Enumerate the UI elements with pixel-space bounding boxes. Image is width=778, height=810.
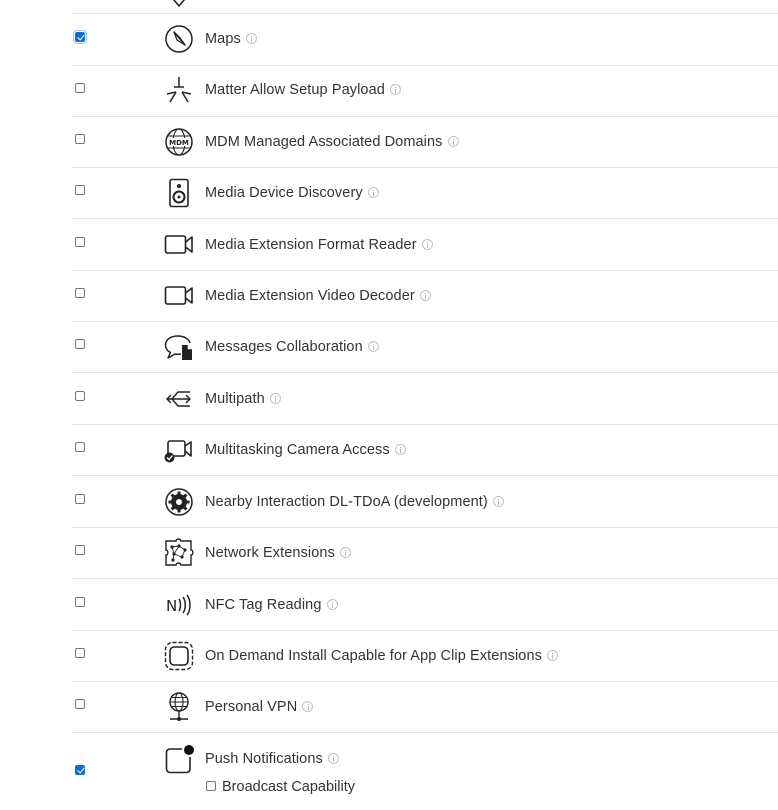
table-row: Network Extensions xyxy=(72,528,778,579)
video-camera-icon xyxy=(164,230,194,260)
table-row: Media Extension Video Decoder xyxy=(72,271,778,322)
table-row: Media Device Discovery xyxy=(72,168,778,219)
capability-label: Personal VPN xyxy=(205,698,314,716)
app-clip-icon xyxy=(164,641,194,671)
table-row: Matter Allow Setup Payload xyxy=(72,66,778,117)
capability-checkbox-personal-vpn[interactable] xyxy=(75,699,85,709)
capability-label: Matter Allow Setup Payload xyxy=(205,81,401,99)
camera-check-icon xyxy=(164,435,194,465)
capability-label: Network Extensions xyxy=(205,544,351,562)
info-icon[interactable] xyxy=(302,701,314,712)
capability-label: Push Notifications xyxy=(205,750,339,768)
info-icon[interactable] xyxy=(546,650,558,661)
info-icon[interactable] xyxy=(326,599,338,610)
message-document-icon xyxy=(164,332,194,362)
table-row: MDM MDM Managed Associated Domains xyxy=(72,117,778,168)
nfc-icon-text: N xyxy=(166,597,177,615)
info-icon[interactable] xyxy=(394,444,406,455)
capability-checkbox-messages-collaboration[interactable] xyxy=(75,339,85,349)
capability-checkbox-mdm[interactable] xyxy=(75,134,85,144)
video-camera-icon xyxy=(164,281,194,311)
capability-checkbox-media-device-discovery[interactable] xyxy=(75,185,85,195)
broadcast-capability-checkbox[interactable] xyxy=(206,781,216,791)
capability-label: Media Device Discovery xyxy=(205,184,379,202)
capability-checkbox-matter[interactable] xyxy=(75,83,85,93)
info-icon[interactable] xyxy=(245,33,257,44)
capabilities-list: Maps Matter Allow Setup Payload MDM MDM … xyxy=(72,0,778,810)
capability-label: Multipath xyxy=(205,390,281,408)
matter-icon xyxy=(164,75,194,105)
table-row: Media Extension Format Reader xyxy=(72,219,778,271)
capability-checkbox-multitasking-camera-access[interactable] xyxy=(75,442,85,452)
speaker-icon xyxy=(164,178,194,208)
capability-checkbox-nfc-tag-reading[interactable] xyxy=(75,597,85,607)
info-icon[interactable] xyxy=(367,187,379,198)
shield-icon xyxy=(164,0,194,12)
capability-label: On Demand Install Capable for App Clip E… xyxy=(205,647,558,665)
info-icon[interactable] xyxy=(389,84,401,95)
sub-option-broadcast-capability[interactable]: Broadcast Capability xyxy=(206,778,355,796)
table-row: Nearby Interaction DL-TDoA (development) xyxy=(72,476,778,528)
table-row: Multitasking Camera Access xyxy=(72,425,778,476)
capability-label: Messages Collaboration xyxy=(205,338,379,356)
network-puzzle-icon xyxy=(164,538,194,568)
push-notification-icon xyxy=(164,745,194,775)
table-row: On Demand Install Capable for App Clip E… xyxy=(72,631,778,682)
capability-checkbox-push-notifications[interactable] xyxy=(75,765,85,775)
table-row: Push Notifications Broadcast Capability xyxy=(72,733,778,810)
mdm-icon-text: MDM xyxy=(169,139,189,147)
mdm-globe-icon: MDM xyxy=(164,127,194,157)
capability-checkbox-network-extensions[interactable] xyxy=(75,545,85,555)
capability-checkbox-media-extension-video-decoder[interactable] xyxy=(75,288,85,298)
table-row: Personal VPN xyxy=(72,682,778,733)
info-icon[interactable] xyxy=(367,341,379,352)
sub-option-label: Broadcast Capability xyxy=(222,779,355,795)
capability-label: Maps xyxy=(205,30,257,48)
info-icon[interactable] xyxy=(269,393,281,404)
vpn-globe-icon xyxy=(164,692,194,722)
table-row: Messages Collaboration xyxy=(72,322,778,373)
nfc-icon: N xyxy=(164,590,194,620)
table-row: Maps xyxy=(72,14,778,66)
capability-label: MDM Managed Associated Domains xyxy=(205,133,459,151)
capability-checkbox-media-extension-format-reader[interactable] xyxy=(75,237,85,247)
capability-checkbox-maps[interactable] xyxy=(73,30,87,44)
info-icon[interactable] xyxy=(419,290,431,301)
info-icon[interactable] xyxy=(421,239,433,250)
capability-label: NFC Tag Reading xyxy=(205,596,338,614)
compass-icon xyxy=(164,24,194,54)
info-icon[interactable] xyxy=(327,753,339,764)
capability-label: Nearby Interaction DL-TDoA (development) xyxy=(205,493,504,511)
multipath-arrows-icon xyxy=(164,384,194,414)
capability-checkbox-nearby-interaction[interactable] xyxy=(75,494,85,504)
capability-checkbox-on-demand-install[interactable] xyxy=(75,648,85,658)
capability-label: Media Extension Format Reader xyxy=(205,236,433,254)
table-row xyxy=(72,0,778,14)
capability-checkbox-multipath[interactable] xyxy=(75,391,85,401)
info-icon[interactable] xyxy=(339,547,351,558)
table-row: Multipath xyxy=(72,373,778,425)
gear-icon xyxy=(164,487,194,517)
info-icon[interactable] xyxy=(492,496,504,507)
info-icon[interactable] xyxy=(447,136,459,147)
capability-label: Media Extension Video Decoder xyxy=(205,287,431,305)
table-row: N NFC Tag Reading xyxy=(72,579,778,631)
capability-label: Multitasking Camera Access xyxy=(205,441,406,459)
